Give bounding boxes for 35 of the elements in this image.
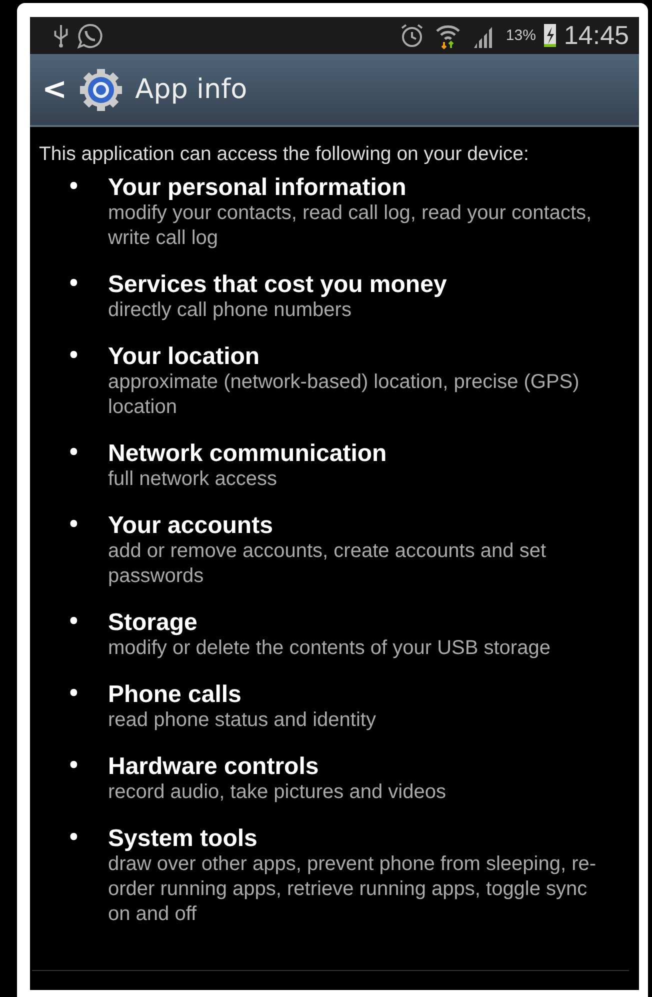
- permission-title: System tools: [108, 825, 258, 852]
- bullet: •: [68, 753, 80, 788]
- intro-text: This application can access the following on your device:: [39, 143, 530, 166]
- permission-description: add or remove accounts, create accounts and set passwords: [108, 539, 548, 589]
- bullet: •: [68, 609, 80, 644]
- permission-title: Hardware controls: [108, 753, 320, 780]
- permission-title: Services that cost you money: [108, 271, 448, 298]
- bullet: •: [68, 681, 80, 716]
- screen-title: App info: [135, 74, 248, 105]
- permission-title: Your location: [108, 343, 261, 370]
- chat-icon: [76, 22, 104, 50]
- bullet: •: [68, 174, 80, 209]
- usb-icon: [54, 24, 68, 48]
- bullet: •: [68, 343, 80, 378]
- permission-description: directly call phone numbers: [108, 298, 352, 323]
- permission-description: full network access: [108, 467, 278, 492]
- permission-description: modify or delete the contents of your USB storage: [108, 636, 552, 661]
- permission-description: record audio, take pictures and videos: [108, 780, 447, 805]
- battery-percentage: 13%: [506, 27, 536, 44]
- bullet: •: [68, 440, 80, 475]
- permission-title: Your accounts: [108, 512, 274, 539]
- battery-charging-icon: [544, 24, 556, 47]
- permission-title: Storage: [108, 609, 198, 636]
- bullet: •: [68, 825, 80, 860]
- bullet: •: [68, 271, 80, 306]
- permission-description: draw over other apps, prevent phone from sleeping, re-order running apps, retrieve running apps, toggle sync on and off: [108, 852, 598, 927]
- permission-description: modify your contacts, read call log, read your contacts, write call log: [108, 201, 593, 251]
- permission-title: Network communication: [108, 440, 388, 467]
- back-button[interactable]: <: [42, 72, 68, 107]
- clock-time: 14:45: [564, 20, 629, 51]
- permission-title: Phone calls: [108, 681, 242, 708]
- permission-title: Your personal information: [108, 174, 408, 201]
- permission-description: approximate (network-based) location, precise (GPS) location: [108, 370, 580, 420]
- bullet: •: [68, 512, 80, 547]
- permission-description: read phone status and identity: [108, 708, 377, 733]
